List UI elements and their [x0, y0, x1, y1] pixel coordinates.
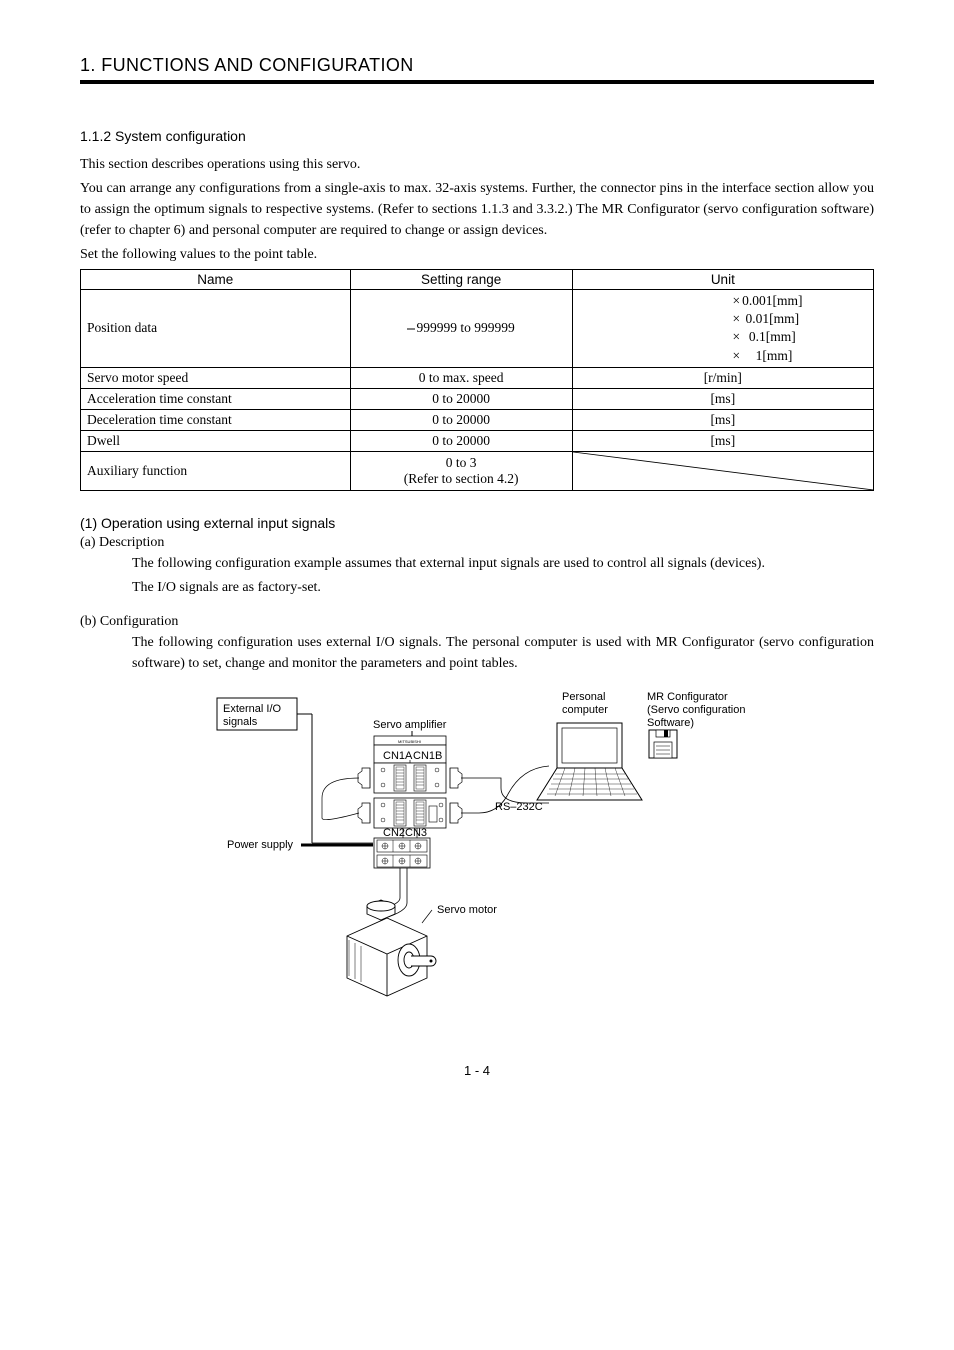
- unit-value: 1[mm]: [742, 347, 792, 365]
- header-range: Setting range: [350, 270, 572, 290]
- desc-a-text-2: The I/O signals are as factory-set.: [132, 577, 874, 598]
- row-decel-range: 0 to 20000: [350, 409, 572, 430]
- table-row: Deceleration time constant 0 to 20000 [m…: [81, 409, 874, 430]
- header-name: Name: [81, 270, 351, 290]
- row-accel-range: 0 to 20000: [350, 388, 572, 409]
- row-speed-unit: [r/min]: [572, 367, 873, 388]
- label-mr-3: Software): [647, 717, 694, 729]
- unit-prefix: ×: [579, 347, 742, 365]
- desc-b-label: (b) Configuration: [80, 614, 874, 630]
- label-ext-io-2: signals: [223, 716, 258, 728]
- slash-icon: [573, 452, 873, 490]
- intro-paragraph-2: You can arrange any configurations from …: [80, 178, 874, 241]
- table-row: Position data 999999 to 999999 ×0.001[mm…: [81, 290, 874, 368]
- label-ext-io-1: External I/O: [223, 703, 282, 715]
- label-rs232: RS–232C: [495, 801, 543, 813]
- row-dwell-unit: [ms]: [572, 430, 873, 451]
- unit-value: 0.1[mm]: [742, 328, 796, 346]
- row-dwell-range: 0 to 20000: [350, 430, 572, 451]
- label-servo-motor: Servo motor: [437, 904, 497, 916]
- desc-a-label: (a) Description: [80, 535, 874, 551]
- label-mfr: MITSUBISHI: [398, 739, 421, 744]
- label-cn1a: CN1A: [383, 750, 413, 762]
- desc-a-text-1: The following configuration example assu…: [132, 553, 874, 574]
- table-row: Acceleration time constant 0 to 20000 [m…: [81, 388, 874, 409]
- row-aux-unit-slash: [572, 451, 873, 490]
- page-number: 1 - 4: [80, 1063, 874, 1078]
- row-position-unit: ×0.001[mm] × 0.01[mm] × 0.1[mm] × 1[mm]: [572, 290, 873, 368]
- table-row: Auxiliary function 0 to 3 (Refer to sect…: [81, 451, 874, 490]
- label-mr-1: MR Configurator: [647, 691, 728, 703]
- intro-paragraph-1: This section describes operations using …: [80, 154, 874, 175]
- unit-value: 0.001[mm]: [742, 292, 802, 310]
- aux-range-1: 0 to 3: [357, 455, 566, 471]
- label-mr-2: (Servo configuration: [647, 704, 745, 716]
- row-decel-name: Deceleration time constant: [81, 409, 351, 430]
- intro-paragraph-3: Set the following values to the point ta…: [80, 244, 874, 265]
- point-table: Name Setting range Unit Position data 99…: [80, 269, 874, 491]
- desc-b-text: The following configuration uses externa…: [132, 632, 874, 674]
- amp-row-2: [358, 798, 462, 828]
- label-cn2: CN2: [383, 827, 405, 839]
- table-row: Servo motor speed 0 to max. speed [r/min…: [81, 367, 874, 388]
- row-decel-unit: [ms]: [572, 409, 873, 430]
- label-cn3: CN3: [405, 827, 427, 839]
- label-servo-amp: Servo amplifier: [373, 719, 447, 731]
- label-pc-2: computer: [562, 704, 608, 716]
- row-speed-name: Servo motor speed: [81, 367, 351, 388]
- unit-prefix: ×: [579, 310, 742, 328]
- row-position-range: 999999 to 999999: [350, 290, 572, 368]
- row-accel-name: Acceleration time constant: [81, 388, 351, 409]
- row-speed-range: 0 to max. speed: [350, 367, 572, 388]
- label-power: Power supply: [227, 839, 294, 851]
- header-unit: Unit: [572, 270, 873, 290]
- unit-prefix: ×: [579, 328, 742, 346]
- table-row: Dwell 0 to 20000 [ms]: [81, 430, 874, 451]
- label-cn1b: CN1B: [413, 750, 442, 762]
- row-dwell-name: Dwell: [81, 430, 351, 451]
- unit-value: 0.01[mm]: [742, 310, 799, 328]
- config-diagram: External I/O signals Servo amplifier MIT…: [80, 688, 874, 1023]
- aux-range-2: (Refer to section 4.2): [357, 471, 566, 487]
- row-aux-name: Auxiliary function: [81, 451, 351, 490]
- chapter-heading: 1. FUNCTIONS AND CONFIGURATION: [80, 55, 874, 84]
- row-accel-unit: [ms]: [572, 388, 873, 409]
- table-header-row: Name Setting range Unit: [81, 270, 874, 290]
- laptop-icon: [537, 723, 642, 800]
- row-aux-range: 0 to 3 (Refer to section 4.2): [350, 451, 572, 490]
- label-pc-1: Personal: [562, 691, 605, 703]
- subsection-heading: (1) Operation using external input signa…: [80, 515, 874, 531]
- unit-prefix: ×: [579, 292, 742, 310]
- power-block: [374, 838, 430, 868]
- floppy-icon: [649, 730, 677, 758]
- servo-motor-icon: [347, 900, 436, 996]
- row-position-range-text: 999999 to 999999: [416, 320, 514, 335]
- row-position-name: Position data: [81, 290, 351, 368]
- section-heading: 1.1.2 System configuration: [80, 128, 874, 144]
- amp-row-1: [358, 763, 462, 793]
